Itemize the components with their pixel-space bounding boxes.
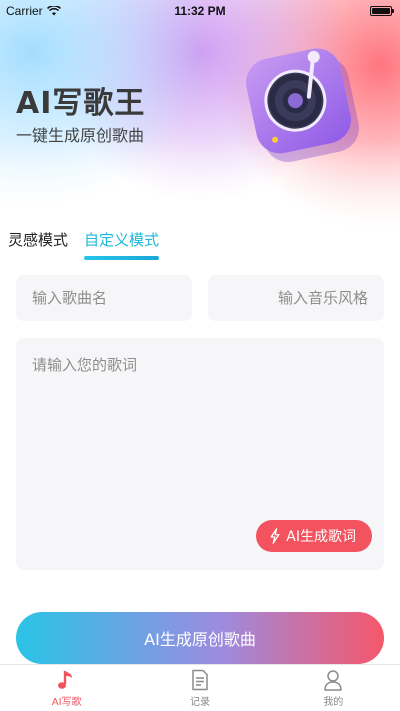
battery-icon: [370, 6, 394, 16]
status-time: 11:32 PM: [174, 4, 226, 18]
tabbar-label-ai-write: AI写歌: [51, 696, 82, 708]
tabbar-item-mine[interactable]: 我的: [267, 665, 400, 711]
app-subtitle: 一键生成原创歌曲: [16, 126, 145, 145]
app-title: AI写歌王: [16, 86, 146, 121]
document-icon: [192, 669, 208, 690]
tabbar-item-records[interactable]: 记录: [133, 665, 266, 711]
lightning-icon: [270, 528, 280, 544]
music-style-input[interactable]: [208, 275, 384, 321]
ai-generate-lyrics-label: AI生成歌词: [286, 529, 356, 545]
status-bar: Carrier 11:32 PM: [0, 0, 400, 22]
tab-custom-mode[interactable]: 自定义模式: [84, 229, 160, 260]
generate-song-button[interactable]: AI生成原创歌曲: [16, 612, 384, 664]
song-name-input[interactable]: [16, 275, 192, 321]
person-icon: [324, 669, 343, 691]
mode-tabs: 灵感模式 自定义模式: [8, 229, 160, 260]
music-note-icon: [57, 670, 72, 689]
lyrics-area: AI生成歌词: [16, 338, 384, 570]
ai-generate-lyrics-button[interactable]: AI生成歌词: [256, 520, 372, 552]
tab-inspiration-mode[interactable]: 灵感模式: [8, 229, 68, 258]
bottom-tab-bar: AI写歌 记录 我的: [0, 664, 400, 711]
tabbar-label-mine: 我的: [323, 696, 344, 708]
tabbar-item-ai-write[interactable]: AI写歌: [0, 665, 133, 711]
tabbar-label-records: 记录: [189, 696, 210, 708]
